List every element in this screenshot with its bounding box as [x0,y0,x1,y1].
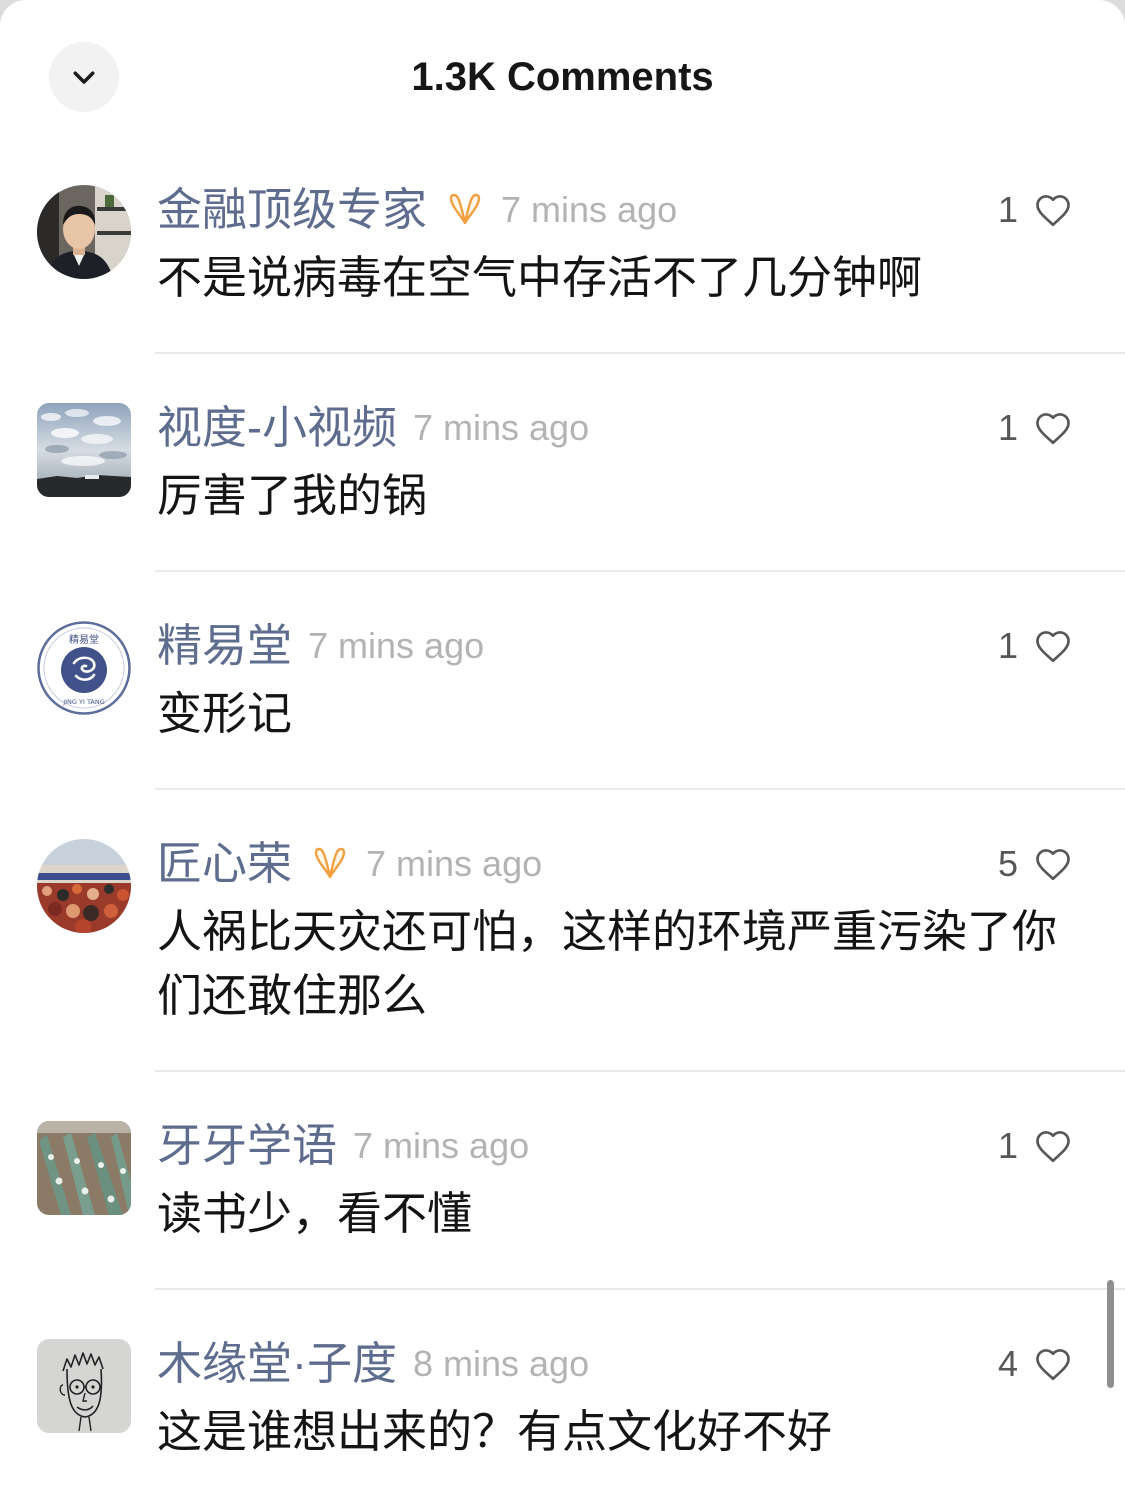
user-avatar[interactable] [37,839,131,933]
logo-bottom-text: JING YI TANG [62,698,105,706]
comment-item[interactable]: 牙牙学语 7 mins ago 读书少，看不懂 1 [0,1072,1125,1288]
like-button[interactable]: 5 [998,839,1072,889]
heart-icon [1034,629,1072,664]
comment-item[interactable]: 匠心荣 7 mins ago 人祸比天灾还可怕，这样的环境严重污染了你们还敢住那… [0,790,1125,1070]
comment-text: 人祸比天灾还可怕，这样的环境严重污染了你们还敢住那么 [157,906,1058,1021]
comment-time: 7 mins ago [413,407,590,448]
username[interactable]: 金融顶级专家 [157,185,427,235]
user-avatar[interactable]: 精易堂 JING YI TANG [37,621,131,715]
user-avatar[interactable] [37,185,131,279]
heart-icon [1034,847,1072,882]
comment-time: 8 mins ago [413,1343,590,1384]
comments-title: 1.3K Comments [411,55,714,99]
comments-panel: 1.3K Comments 金融顶级专家 7 mins ago 不是说病毒在空气… [0,0,1125,1493]
like-count: 1 [997,407,1018,448]
heart-icon [1034,1129,1072,1164]
comment-text: 厉害了我的锅 [157,470,428,521]
like-button[interactable]: 1 [998,185,1072,235]
scrollbar[interactable] [1107,1280,1114,1388]
user-avatar[interactable] [37,1339,131,1433]
comment-text: 不是说病毒在空气中存活不了几分钟啊 [157,252,923,303]
heart-icon [1034,193,1072,228]
username[interactable]: 牙牙学语 [157,1121,337,1171]
heart-icon [1034,411,1072,446]
like-button[interactable]: 1 [998,403,1072,453]
user-avatar[interactable] [37,1121,131,1215]
like-count: 1 [997,189,1018,230]
username[interactable]: 精易堂 [157,621,292,671]
like-button[interactable]: 1 [998,621,1072,671]
comment-item[interactable]: 视度-小视频 7 mins ago 厉害了我的锅 1 [0,354,1125,570]
verified-badge-icon [310,846,350,882]
comment-text: 这是谁想出来的？有点文化好不好 [157,1406,833,1457]
comment-item[interactable]: 精易堂 JING YI TANG 精易堂 7 mins ago 变形记 1 [0,572,1125,788]
comment-text: 读书少，看不懂 [157,1188,473,1239]
comment-time: 7 mins ago [308,625,485,666]
username[interactable]: 匠心荣 [157,839,292,889]
comment-item[interactable]: 木缘堂·子度 8 mins ago 这是谁想出来的？有点文化好不好 4 [0,1290,1125,1464]
like-count: 4 [997,1343,1018,1384]
comment-time: 7 mins ago [366,843,543,884]
comment-time: 7 mins ago [353,1125,530,1166]
verified-badge-icon [445,192,485,228]
comment-item[interactable]: 金融顶级专家 7 mins ago 不是说病毒在空气中存活不了几分钟啊 1 [0,136,1125,352]
like-button[interactable]: 4 [998,1339,1072,1389]
like-button[interactable]: 1 [998,1121,1072,1171]
username[interactable]: 视度-小视频 [157,403,397,453]
username[interactable]: 木缘堂·子度 [157,1339,397,1389]
like-count: 1 [997,1125,1018,1166]
comments-header: 1.3K Comments [0,0,1125,136]
like-count: 1 [997,625,1018,666]
comment-time: 7 mins ago [501,189,678,230]
logo-top-text: 精易堂 [69,633,99,646]
heart-icon [1034,1347,1072,1382]
comment-text: 变形记 [157,688,293,739]
user-avatar[interactable] [37,403,131,497]
like-count: 5 [997,843,1018,884]
